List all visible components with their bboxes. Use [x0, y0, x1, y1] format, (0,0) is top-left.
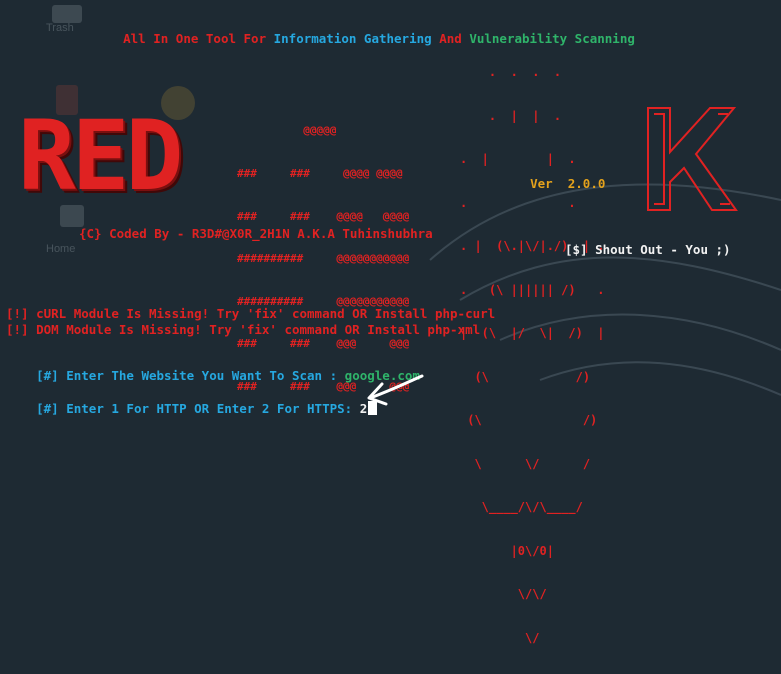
logo-red-text: RED — [18, 100, 183, 212]
warning-curl-missing: [!] cURL Module Is Missing! Try 'fix' co… — [6, 306, 496, 321]
prompt-website-label: [#] Enter The Website You Want To Scan : — [36, 368, 345, 383]
shout-out-text: [$] Shout Out - You ;) — [565, 242, 731, 257]
prompt-protocol-label: [#] Enter 1 For HTTP OR Enter 2 For HTTP… — [36, 401, 360, 416]
prompt-protocol[interactable]: [#] Enter 1 For HTTP OR Enter 2 For HTTP… — [6, 387, 378, 430]
warning-dom-missing: [!] DOM Module Is Missing! Try 'fix' com… — [6, 322, 481, 337]
logo-hawk-ascii: . . . . . | | . . | | . . . . | (\.|\/|.… — [460, 65, 605, 645]
terminal-window[interactable]: All In One Tool For Information Gatherin… — [0, 0, 781, 645]
annotation-arrow-icon — [367, 374, 424, 406]
logo-k-art — [647, 107, 738, 211]
version-label: Ver 2.0.0 — [530, 176, 606, 191]
credits-text: {C} Coded By - R3D#@X0R_2H1N A.K.A Tuhin… — [79, 226, 433, 241]
